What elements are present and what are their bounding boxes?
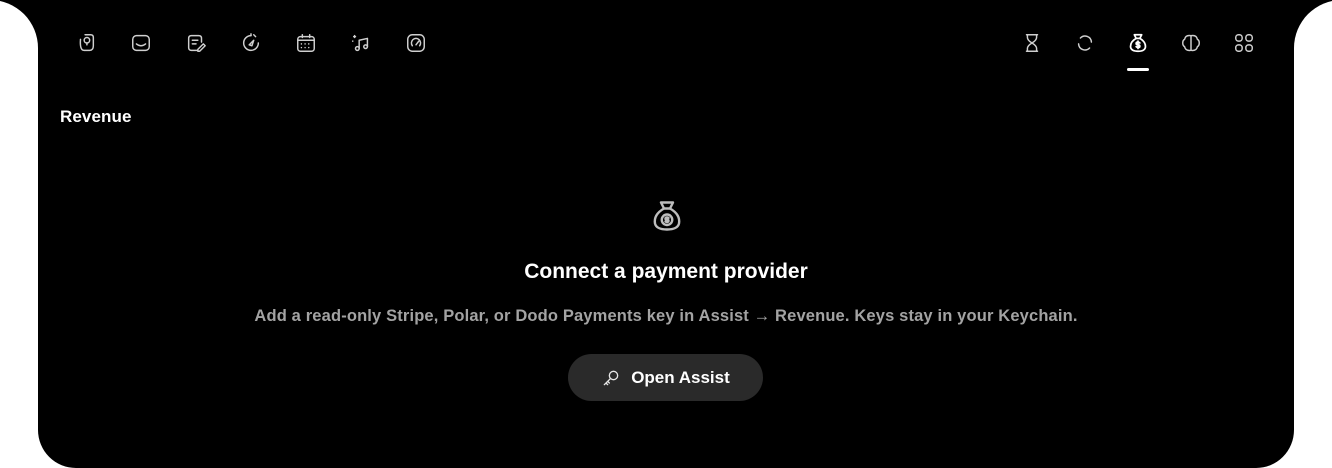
sync-icon[interactable]: [1071, 29, 1099, 57]
money-bag-icon: [649, 197, 685, 235]
inbox-icon[interactable]: [127, 29, 155, 57]
open-assist-label: Open Assist: [631, 367, 730, 387]
timer-icon[interactable]: [237, 29, 265, 57]
music-icon[interactable]: [347, 29, 375, 57]
active-tab-indicator: [1127, 68, 1149, 71]
page-title: Revenue: [60, 107, 132, 126]
hourglass-icon[interactable]: [1018, 29, 1046, 57]
money-bag-icon[interactable]: [1124, 29, 1152, 71]
calendar-icon[interactable]: [292, 29, 320, 57]
app-panel: Revenue Connect a payment provider Add a…: [38, 0, 1294, 468]
notes-icon[interactable]: [72, 29, 100, 57]
empty-state-headline: Connect a payment provider: [524, 260, 808, 283]
apps-grid-icon[interactable]: [1230, 29, 1258, 57]
speedometer-icon[interactable]: [402, 29, 430, 57]
open-assist-button[interactable]: Open Assist: [568, 354, 763, 401]
toolbar-left: [72, 29, 457, 57]
empty-state-description: Add a read-only Stripe, Polar, or Dodo P…: [254, 307, 1078, 325]
brain-icon[interactable]: [1177, 29, 1205, 57]
edit-document-icon[interactable]: [182, 29, 210, 57]
toolbar-right: [993, 29, 1258, 71]
key-icon: [601, 368, 621, 388]
panel-corner-right: [1294, 0, 1332, 48]
panel-corner-left: [0, 0, 38, 48]
